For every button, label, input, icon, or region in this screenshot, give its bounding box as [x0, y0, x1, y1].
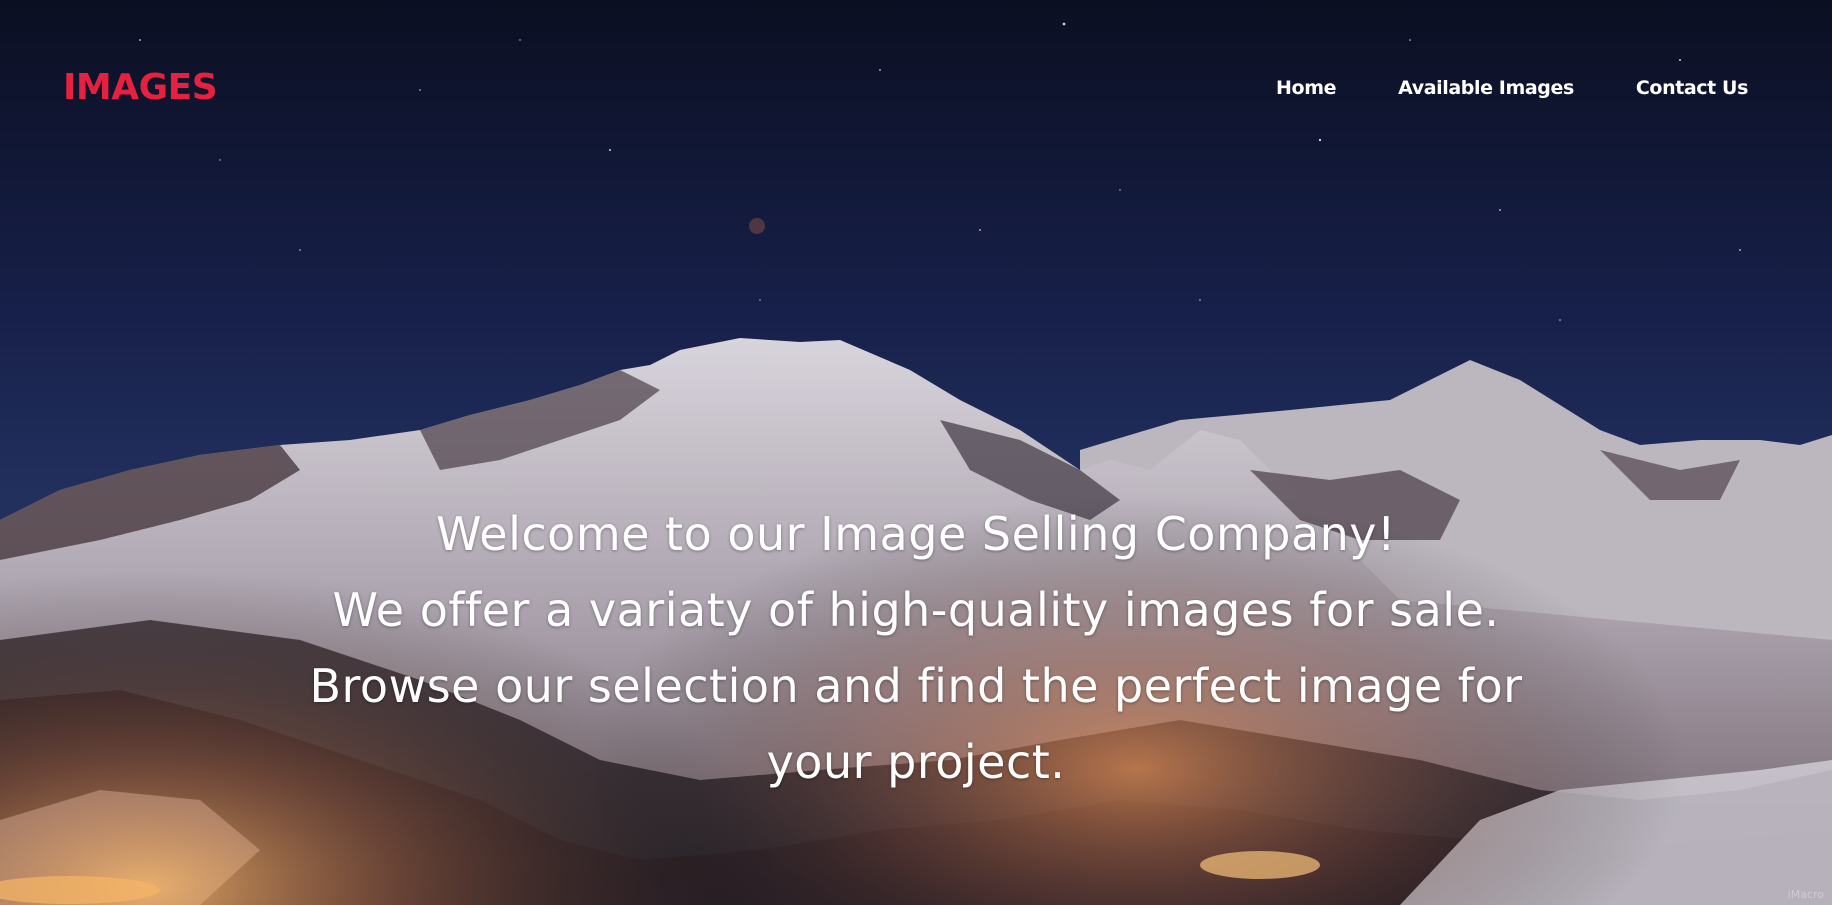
site-logo[interactable]: IMAGES — [63, 64, 218, 112]
nav-link-contact-us[interactable]: Contact Us — [1636, 77, 1749, 99]
nav-item-contact-us: Contact Us — [1636, 74, 1749, 102]
hero-line-4: your project. — [766, 735, 1066, 789]
hero-welcome-text: Welcome to our Image Selling Company! We… — [216, 496, 1616, 800]
hero-line-3: Browse our selection and find the perfec… — [309, 659, 1523, 713]
corner-watermark: iMacro — [1787, 888, 1824, 901]
hero-line-1: Welcome to our Image Selling Company! — [436, 507, 1396, 561]
nav-link-available-images[interactable]: Available Images — [1398, 77, 1574, 99]
top-navigation: IMAGES Home Available Images Contact Us — [0, 0, 1832, 176]
hero-section: IMAGES Home Available Images Contact Us … — [0, 0, 1832, 905]
nav-menu: Home Available Images Contact Us — [1276, 74, 1748, 102]
nav-item-home: Home — [1276, 74, 1336, 102]
nav-item-available-images: Available Images — [1398, 74, 1574, 102]
hero-line-2: We offer a variaty of high-quality image… — [332, 583, 1500, 637]
nav-link-home[interactable]: Home — [1276, 77, 1336, 99]
